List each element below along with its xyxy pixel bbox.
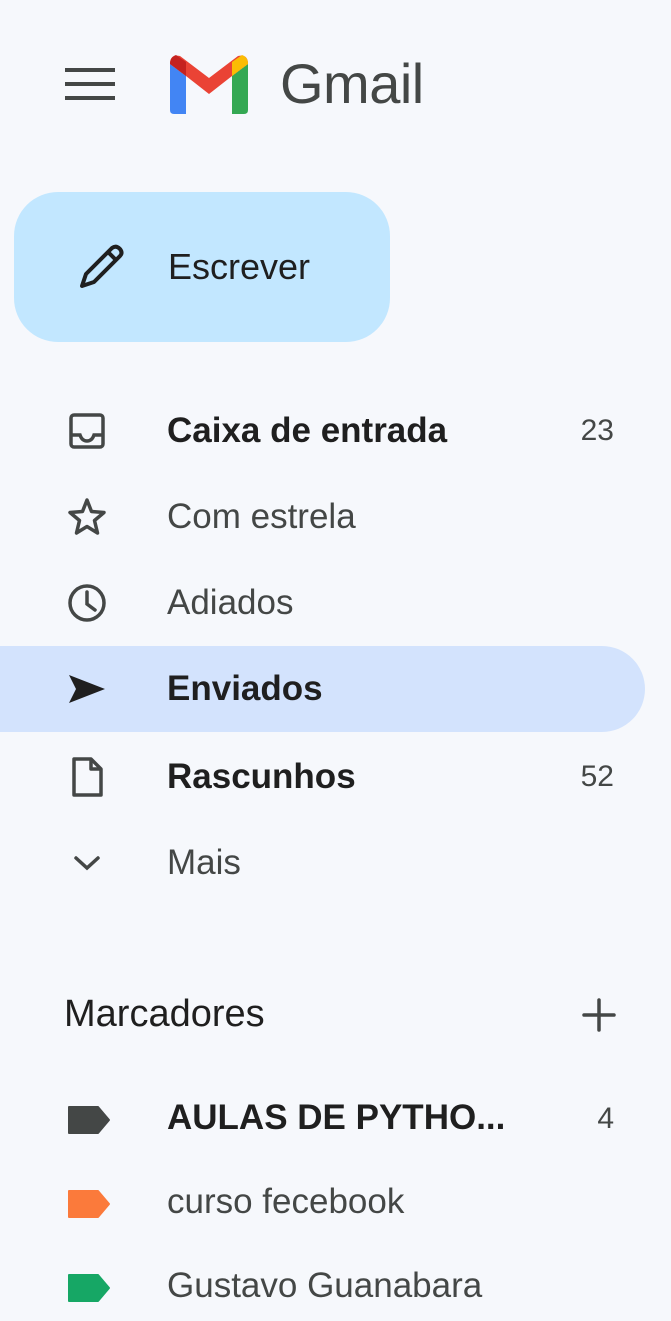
plus-icon[interactable] bbox=[574, 990, 624, 1040]
inbox-icon bbox=[62, 408, 112, 454]
star-icon bbox=[62, 494, 112, 540]
nav-item-more[interactable]: Mais bbox=[0, 820, 645, 906]
label-item-aulas-de-python[interactable]: AULAS DE PYTHO... 4 bbox=[0, 1078, 645, 1158]
unread-count: 52 bbox=[580, 760, 614, 793]
label-tag-icon bbox=[68, 1106, 110, 1134]
sidebar-header: Gmail bbox=[0, 0, 671, 170]
nav-label: Mais bbox=[167, 843, 241, 882]
pencil-icon bbox=[70, 238, 130, 298]
unread-count: 23 bbox=[580, 414, 614, 447]
label-count: 4 bbox=[597, 1102, 614, 1135]
labels-section-title: Marcadores bbox=[64, 993, 265, 1035]
nav-label: Com estrela bbox=[167, 497, 356, 536]
nav-item-sent[interactable]: Enviados bbox=[0, 646, 645, 732]
compose-button[interactable]: Escrever bbox=[14, 192, 390, 342]
label-tag-icon bbox=[68, 1274, 110, 1302]
label-name: Gustavo Guanabara bbox=[167, 1266, 483, 1305]
label-name: AULAS DE PYTHO... bbox=[167, 1098, 506, 1137]
chevron-down-icon bbox=[62, 840, 112, 886]
nav-item-drafts[interactable]: Rascunhos 52 bbox=[0, 734, 645, 820]
gmail-sidebar: Gmail Escrever Caixa de entrada 23 Com e… bbox=[0, 0, 671, 1321]
send-icon bbox=[62, 666, 112, 712]
nav-label: Caixa de entrada bbox=[167, 411, 448, 450]
label-name: curso fecebook bbox=[167, 1182, 405, 1221]
draft-icon bbox=[62, 754, 112, 800]
clock-icon bbox=[62, 580, 112, 626]
label-tag-icon bbox=[68, 1190, 110, 1218]
label-item-gustavo-guanabara[interactable]: Gustavo Guanabara bbox=[0, 1246, 645, 1321]
nav-item-inbox[interactable]: Caixa de entrada 23 bbox=[0, 388, 645, 474]
nav-item-starred[interactable]: Com estrela bbox=[0, 474, 645, 560]
nav-label: Rascunhos bbox=[167, 757, 356, 796]
hamburger-menu-icon[interactable] bbox=[56, 58, 124, 110]
label-item-curso-fecebook[interactable]: curso fecebook bbox=[0, 1162, 645, 1242]
nav-label: Adiados bbox=[167, 583, 294, 622]
compose-label: Escrever bbox=[168, 246, 311, 287]
nav-label: Enviados bbox=[167, 669, 323, 708]
brand-name[interactable]: Gmail bbox=[280, 52, 424, 116]
nav-item-snoozed[interactable]: Adiados bbox=[0, 560, 645, 646]
gmail-logo[interactable] bbox=[164, 48, 254, 118]
